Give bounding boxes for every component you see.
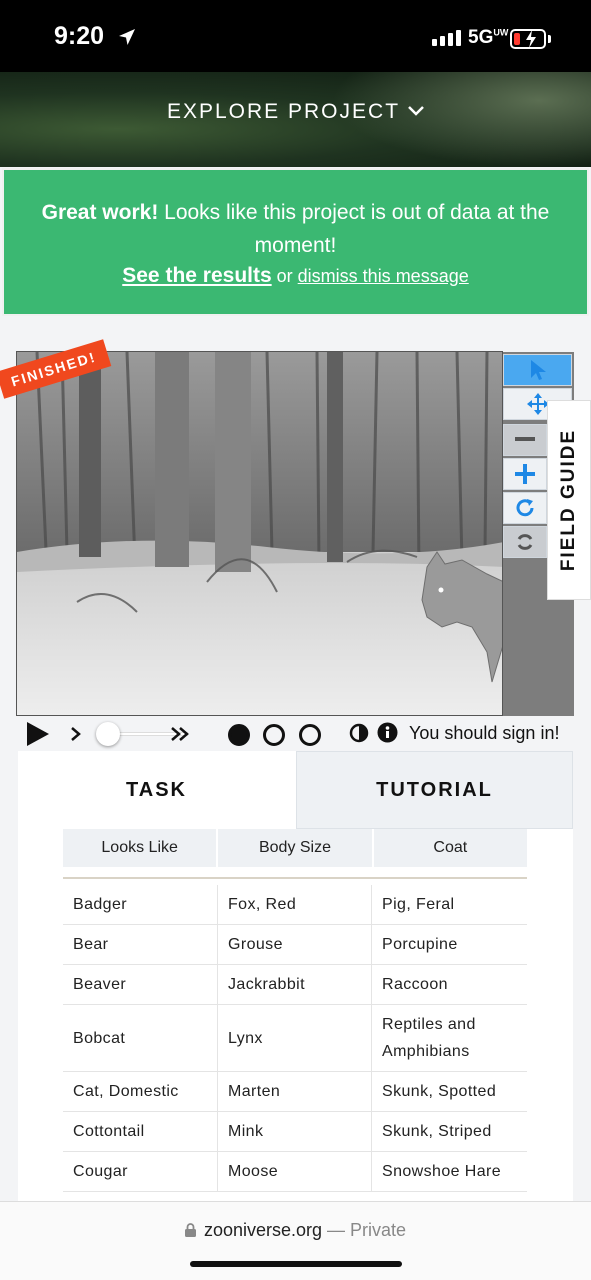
- status-time: 9:20: [54, 22, 105, 50]
- species-choice[interactable]: Marten: [217, 1072, 371, 1111]
- subject-image[interactable]: [16, 351, 503, 716]
- species-choice[interactable]: Beaver: [63, 965, 217, 1004]
- rotate-button[interactable]: [503, 492, 547, 524]
- url-domain: zooniverse.org: [203, 1220, 323, 1240]
- filter-coat[interactable]: Coat: [373, 829, 527, 867]
- species-choice[interactable]: Cottontail: [63, 1112, 217, 1151]
- species-choice[interactable]: Jackrabbit: [217, 965, 371, 1004]
- species-choice[interactable]: Grouse: [217, 925, 371, 964]
- species-row: Cottontail Mink Skunk, Striped: [63, 1112, 527, 1152]
- species-grid: Badger Fox, Red Pig, Feral Bear Grouse P…: [63, 885, 527, 1192]
- species-choice[interactable]: Cougar: [63, 1152, 217, 1191]
- filter-divider: [63, 877, 527, 879]
- species-choice[interactable]: Snowshoe Hare: [371, 1152, 525, 1191]
- species-row: Cat, Domestic Marten Skunk, Spotted: [63, 1072, 527, 1112]
- move-icon: [526, 393, 549, 415]
- reset-button[interactable]: [503, 526, 547, 558]
- minus-icon: [515, 437, 535, 441]
- species-choice[interactable]: Skunk, Striped: [371, 1112, 525, 1151]
- species-choice[interactable]: Porcupine: [371, 925, 525, 964]
- lock-icon: [184, 1223, 196, 1237]
- explore-project-label: EXPLORE PROJECT: [166, 100, 401, 123]
- dismiss-message-link[interactable]: dismiss this message: [298, 266, 469, 286]
- species-row: Cougar Moose Snowshoe Hare: [63, 1152, 527, 1192]
- chevron-down-icon: [408, 106, 424, 116]
- tab-tutorial[interactable]: TUTORIAL: [296, 751, 573, 829]
- species-choice[interactable]: Lynx: [217, 1005, 371, 1071]
- species-choice[interactable]: Cat, Domestic: [63, 1072, 217, 1111]
- network-label: 5GUW: [468, 27, 509, 48]
- battery-icon: [510, 29, 546, 49]
- fast-forward-icon[interactable]: [170, 726, 190, 742]
- task-panel: TASK TUTORIAL Looks Like Body Size Coat …: [18, 751, 573, 1211]
- rotate-icon: [516, 499, 534, 517]
- species-choice[interactable]: Fox, Red: [217, 885, 371, 924]
- filter-bar: Looks Like Body Size Coat: [63, 829, 527, 867]
- species-row: Beaver Jackrabbit Raccoon: [63, 965, 527, 1005]
- frame-controls: You should sign in!: [16, 716, 586, 752]
- frame-dot-3[interactable]: [299, 724, 321, 746]
- annotate-tool-button[interactable]: [503, 354, 572, 386]
- sign-in-prompt[interactable]: You should sign in!: [409, 723, 559, 744]
- species-row: Bobcat Lynx Reptiles and Amphibians: [63, 1005, 527, 1072]
- status-bar: 9:20 5GUW: [0, 0, 591, 72]
- browser-address-bar[interactable]: zooniverse.org — Private: [0, 1201, 591, 1280]
- species-choice[interactable]: Raccoon: [371, 965, 525, 1004]
- home-indicator: [190, 1261, 402, 1267]
- url-display[interactable]: zooniverse.org — Private: [0, 1220, 591, 1241]
- see-results-link[interactable]: See the results: [122, 264, 271, 287]
- next-frame-icon[interactable]: [70, 726, 82, 742]
- species-choice[interactable]: Bobcat: [63, 1005, 217, 1071]
- explore-project-button[interactable]: EXPLORE PROJECT: [0, 100, 591, 124]
- zoom-out-button[interactable]: [503, 424, 547, 456]
- species-choice[interactable]: Bear: [63, 925, 217, 964]
- banner-links: See the results or dismiss this message: [4, 264, 587, 288]
- banner-or: or: [271, 266, 298, 286]
- tab-task[interactable]: TASK: [18, 751, 295, 829]
- species-row: Bear Grouse Porcupine: [63, 925, 527, 965]
- species-choice[interactable]: Pig, Feral: [371, 885, 525, 924]
- slider-knob[interactable]: [96, 722, 120, 746]
- out-of-data-banner: Great work! Looks like this project is o…: [2, 168, 589, 316]
- info-icon[interactable]: [377, 722, 398, 743]
- banner-strong: Great work!: [41, 201, 159, 224]
- field-guide-button[interactable]: FIELD GUIDE: [547, 400, 591, 600]
- pointer-icon: [530, 360, 546, 380]
- banner-message: Great work! Looks like this project is o…: [4, 196, 587, 262]
- filter-body-size[interactable]: Body Size: [218, 829, 372, 867]
- private-label: Private: [350, 1220, 407, 1240]
- species-row: Badger Fox, Red Pig, Feral: [63, 885, 527, 925]
- location-arrow-icon: [119, 29, 135, 45]
- filter-looks-like[interactable]: Looks Like: [63, 829, 217, 867]
- invert-contrast-icon[interactable]: [349, 723, 369, 743]
- species-choice[interactable]: Reptiles and Amphibians: [371, 1005, 525, 1071]
- frame-dot-2[interactable]: [263, 724, 285, 746]
- species-choice[interactable]: Mink: [217, 1112, 371, 1151]
- trail-camera-photo: [17, 352, 502, 715]
- play-icon[interactable]: [25, 721, 51, 747]
- field-guide-label: FIELD GUIDE: [558, 428, 579, 572]
- battery-tip: [548, 35, 551, 43]
- banner-text: Looks like this project is out of data a…: [158, 201, 550, 257]
- project-hero: EXPLORE PROJECT: [0, 72, 591, 167]
- frame-dot-1[interactable]: [228, 724, 250, 746]
- species-choice[interactable]: Badger: [63, 885, 217, 924]
- url-separator: —: [322, 1220, 351, 1240]
- species-choice[interactable]: Skunk, Spotted: [371, 1072, 525, 1111]
- species-choice[interactable]: Moose: [217, 1152, 371, 1191]
- reset-icon: [517, 534, 533, 550]
- signal-icon: [432, 30, 461, 46]
- plus-icon: [515, 464, 535, 484]
- zoom-in-button[interactable]: [503, 458, 547, 490]
